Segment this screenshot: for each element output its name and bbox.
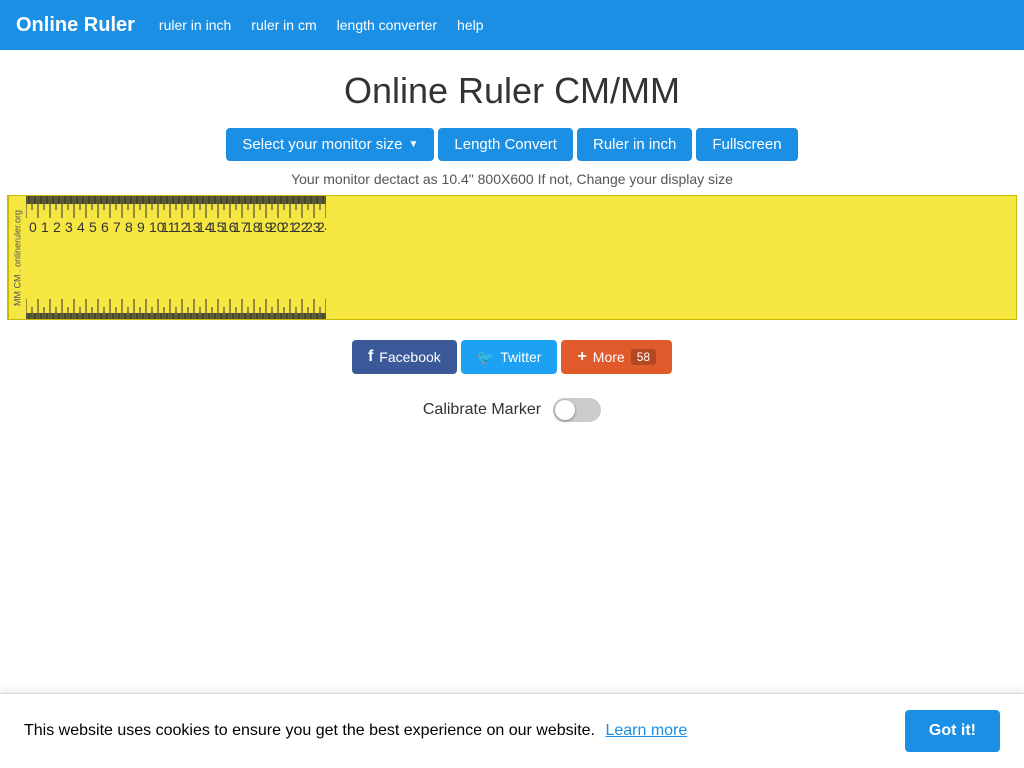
- svg-text:1: 1: [41, 219, 49, 235]
- cookie-text: This website uses cookies to ensure you …: [24, 722, 687, 740]
- facebook-button[interactable]: f Facebook: [352, 340, 457, 374]
- navbar-links: ruler in inch ruler in cm length convert…: [159, 17, 484, 33]
- facebook-label: Facebook: [379, 349, 440, 365]
- length-convert-button[interactable]: Length Convert: [438, 128, 573, 161]
- navbar-brand[interactable]: Online Ruler: [16, 14, 135, 37]
- ruler-in-inch-button[interactable]: Ruler in inch: [577, 128, 692, 161]
- nav-length-converter[interactable]: length converter: [337, 17, 437, 33]
- fullscreen-button[interactable]: Fullscreen: [696, 128, 797, 161]
- learn-more-link[interactable]: Learn more: [605, 722, 687, 739]
- calibrate-section: Calibrate Marker: [423, 398, 601, 422]
- svg-text:24: 24: [317, 219, 326, 235]
- svg-text:0: 0: [29, 219, 37, 235]
- svg-text:2: 2: [53, 219, 61, 235]
- svg-text:3: 3: [65, 219, 73, 235]
- social-buttons: f Facebook 🐦 Twitter + More 58: [352, 340, 672, 374]
- facebook-icon: f: [368, 348, 373, 366]
- cookie-banner: This website uses cookies to ensure you …: [0, 693, 1024, 768]
- ruler-container: MM CM . onlineruler.org 0123456789101112…: [7, 195, 1017, 320]
- toolbar: Select your monitor size Length Convert …: [226, 128, 797, 161]
- nav-ruler-inch[interactable]: ruler in inch: [159, 17, 231, 33]
- twitter-button[interactable]: 🐦 Twitter: [461, 340, 558, 374]
- nav-ruler-cm[interactable]: ruler in cm: [251, 17, 316, 33]
- svg-text:6: 6: [101, 219, 109, 235]
- svg-text:8: 8: [125, 219, 133, 235]
- toggle-thumb: [555, 400, 575, 420]
- calibrate-toggle[interactable]: [553, 398, 601, 422]
- monitor-info-text: Your monitor dectact as 10.4" 800X600 If…: [291, 171, 733, 187]
- nav-help[interactable]: help: [457, 17, 483, 33]
- navbar: Online Ruler ruler in inch ruler in cm l…: [0, 0, 1024, 50]
- svg-text:9: 9: [137, 219, 145, 235]
- ruler-side-label: MM CM . onlineruler.org: [8, 196, 26, 319]
- twitter-label: Twitter: [500, 349, 541, 365]
- more-label: More: [593, 349, 625, 365]
- more-count: 58: [631, 349, 656, 365]
- got-it-button[interactable]: Got it!: [905, 710, 1000, 752]
- svg-text:7: 7: [113, 219, 121, 235]
- ruler-svg: 0123456789101112131415161718192021222324…: [26, 196, 326, 320]
- toggle-track: [553, 398, 601, 422]
- monitor-size-button[interactable]: Select your monitor size: [226, 128, 434, 161]
- ruler-wrapper: MM CM . onlineruler.org 0123456789101112…: [7, 195, 1017, 320]
- svg-text:5: 5: [89, 219, 97, 235]
- main-content: Online Ruler CM/MM Select your monitor s…: [0, 50, 1024, 422]
- twitter-icon: 🐦: [477, 349, 494, 366]
- page-title: Online Ruler CM/MM: [344, 70, 680, 112]
- cookie-message: This website uses cookies to ensure you …: [24, 722, 595, 739]
- more-button[interactable]: + More 58: [561, 340, 672, 374]
- svg-text:4: 4: [77, 219, 85, 235]
- plus-icon: +: [577, 348, 586, 366]
- calibrate-label: Calibrate Marker: [423, 401, 541, 419]
